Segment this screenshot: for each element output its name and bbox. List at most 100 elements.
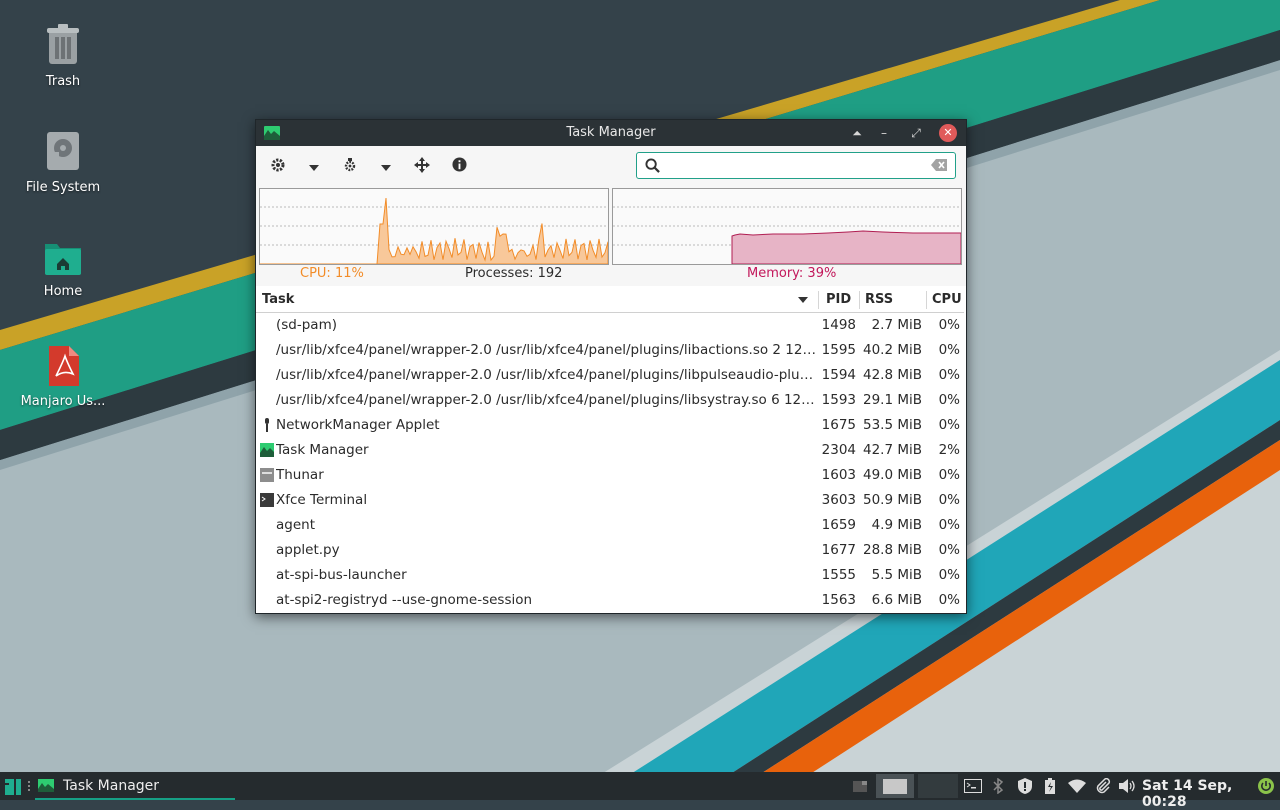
column-header-rss[interactable]: RSS xyxy=(865,292,893,307)
gear-icon xyxy=(271,158,285,172)
task-name: at-spi-bus-launcher xyxy=(276,567,407,583)
window-titlebar[interactable]: Task Manager ⏶ – ⤢ ✕ xyxy=(256,120,966,146)
table-row[interactable]: /usr/lib/xfce4/panel/wrapper-2.0 /usr/li… xyxy=(256,363,964,388)
terminal-icon[interactable] xyxy=(964,779,982,793)
taskbar-task-manager-button[interactable]: Task Manager xyxy=(35,772,235,800)
task-cpu: 0% xyxy=(938,517,960,533)
clear-search-icon[interactable] xyxy=(931,159,947,171)
memory-graph-plot xyxy=(613,206,962,265)
terminal-icon xyxy=(260,493,274,507)
settings-button[interactable] xyxy=(268,157,288,177)
task-pid: 1677 xyxy=(821,542,856,558)
task-cpu: 0% xyxy=(938,417,960,433)
wifi-icon[interactable] xyxy=(1068,779,1086,793)
task-name: Xfce Terminal xyxy=(276,492,368,508)
file-manager-icon xyxy=(260,468,274,482)
chevron-down-icon xyxy=(381,165,391,171)
task-pid: 3603 xyxy=(821,492,856,508)
task-cpu: 0% xyxy=(938,467,960,483)
task-cpu: 2% xyxy=(938,442,960,458)
task-cpu: 0% xyxy=(938,317,960,333)
table-row[interactable]: at-spi2-registryd --use-gnome-session 156… xyxy=(256,588,964,612)
sort-desc-icon[interactable] xyxy=(798,297,808,303)
task-name: /usr/lib/xfce4/panel/wrapper-2.0 /usr/li… xyxy=(276,392,816,408)
settings-dropdown-button[interactable] xyxy=(304,157,324,177)
desktop-icon-manjaro-user-guide[interactable]: Manjaro Us... xyxy=(8,344,118,409)
task-rss: 40.2 MiB xyxy=(862,342,922,358)
paperclip-icon[interactable] xyxy=(1095,778,1111,794)
table-row[interactable]: at-spi-bus-launcher 1555 5.5 MiB 0% xyxy=(256,563,964,588)
workspace-1[interactable] xyxy=(876,774,914,798)
memory-usage-series xyxy=(731,230,962,265)
manjaro-menu-icon[interactable] xyxy=(5,779,21,795)
table-row[interactable]: NetworkManager Applet 1675 53.5 MiB 0% xyxy=(256,413,964,438)
task-rss: 28.8 MiB xyxy=(862,542,922,558)
task-pid: 1594 xyxy=(821,367,856,383)
trash-icon xyxy=(47,24,79,64)
task-name: /usr/lib/xfce4/panel/wrapper-2.0 /usr/li… xyxy=(276,342,816,358)
column-header-pid[interactable]: PID xyxy=(826,292,851,307)
close-button[interactable]: ✕ xyxy=(939,124,957,142)
table-row[interactable]: Xfce Terminal 3603 50.9 MiB 0% xyxy=(256,488,964,513)
crosshair-icon xyxy=(414,157,430,173)
bluetooth-icon[interactable] xyxy=(993,778,1003,794)
desktop-icon-label: Trash xyxy=(45,74,81,89)
task-rss: 42.7 MiB xyxy=(862,442,922,458)
task-name: /usr/lib/xfce4/panel/wrapper-2.0 /usr/li… xyxy=(276,367,816,383)
task-name: (sd-pam) xyxy=(276,317,338,333)
table-row[interactable]: /usr/lib/xfce4/panel/wrapper-2.0 /usr/li… xyxy=(256,338,964,363)
memory-graph xyxy=(612,188,962,265)
table-row[interactable]: agent 1659 4.9 MiB 0% xyxy=(256,513,964,538)
info-icon xyxy=(451,157,467,172)
task-cpu: 0% xyxy=(938,367,960,383)
show-desktop-icon[interactable] xyxy=(853,781,867,792)
desktop-icon-file-system[interactable]: File System xyxy=(8,130,118,195)
task-rss: 49.0 MiB xyxy=(862,467,922,483)
search-icon xyxy=(645,158,660,173)
view-dropdown-button[interactable] xyxy=(376,157,396,177)
task-cpu: 0% xyxy=(938,392,960,408)
power-icon[interactable] xyxy=(1258,778,1274,794)
search-input[interactable] xyxy=(667,156,921,176)
desktop-icon-label: File System xyxy=(25,180,101,195)
desktop-icon-trash[interactable]: Trash xyxy=(8,24,118,89)
task-name: NetworkManager Applet xyxy=(276,417,440,433)
task-cpu: 0% xyxy=(938,542,960,558)
table-row[interactable]: /usr/lib/xfce4/panel/wrapper-2.0 /usr/li… xyxy=(256,388,964,413)
task-pid: 1595 xyxy=(821,342,856,358)
column-header-cpu[interactable]: CPU xyxy=(932,292,962,307)
maximize-button[interactable]: ⤢ xyxy=(907,124,925,142)
table-row[interactable]: Thunar 1603 49.0 MiB 0% xyxy=(256,463,964,488)
table-row[interactable]: Task Manager 2304 42.7 MiB 2% xyxy=(256,438,964,463)
drag-handle-icon[interactable] xyxy=(28,781,32,792)
table-row[interactable]: (sd-pam) 1498 2.7 MiB 0% xyxy=(256,313,964,338)
task-rss: 6.6 MiB xyxy=(871,592,922,608)
process-gears-icon xyxy=(344,158,356,172)
network-applet-icon xyxy=(265,418,269,432)
desktop-icon-label: Home xyxy=(43,284,83,299)
battery-icon[interactable] xyxy=(1045,778,1055,794)
task-rss: 50.9 MiB xyxy=(862,492,922,508)
home-folder-icon xyxy=(45,244,81,275)
hard-drive-icon xyxy=(47,132,79,170)
task-manager-window: Task Manager ⏶ – ⤢ ✕ CPU: 11% Processes:… xyxy=(255,119,967,614)
task-pid: 1659 xyxy=(821,517,856,533)
identify-window-button[interactable] xyxy=(412,157,432,177)
task-rss: 4.9 MiB xyxy=(871,517,922,533)
task-cpu: 0% xyxy=(938,492,960,508)
search-field[interactable] xyxy=(636,152,956,179)
minimize-button[interactable]: – xyxy=(875,124,893,142)
table-header: Task PID RSS CPU xyxy=(256,288,964,313)
column-header-task[interactable]: Task xyxy=(262,292,294,307)
workspace-2[interactable] xyxy=(918,774,958,798)
desktop-icon-home[interactable]: Home xyxy=(8,238,118,299)
task-pid: 1593 xyxy=(821,392,856,408)
security-shield-icon[interactable] xyxy=(1018,778,1032,794)
table-row[interactable]: applet.py 1677 28.8 MiB 0% xyxy=(256,538,964,563)
volume-icon[interactable] xyxy=(1119,778,1135,794)
about-button[interactable] xyxy=(449,157,469,177)
process-view-button[interactable] xyxy=(340,157,360,177)
process-count-label: Processes: 192 xyxy=(465,266,563,281)
shade-button[interactable]: ⏶ xyxy=(848,124,866,142)
cpu-graph-plot xyxy=(260,197,609,265)
